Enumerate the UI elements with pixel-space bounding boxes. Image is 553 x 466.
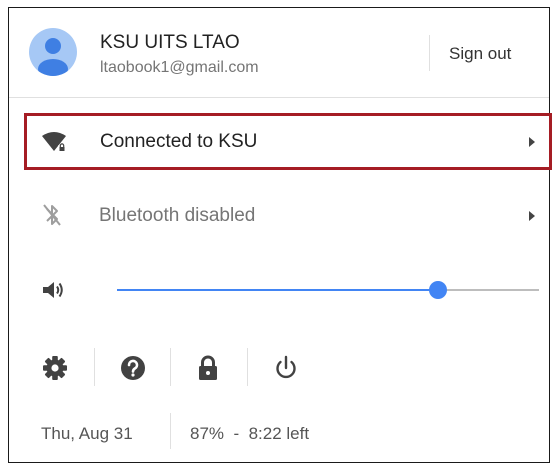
wifi-locked-icon [42, 132, 66, 152]
chevron-right-icon [529, 211, 535, 221]
account-header: KSU UITS LTAO ltaobook1@gmail.com Sign o… [9, 8, 549, 98]
status-divider [170, 413, 171, 449]
help-icon[interactable] [118, 353, 148, 383]
bluetooth-disabled-icon [43, 204, 61, 226]
button-divider [94, 348, 95, 386]
bluetooth-row[interactable]: Bluetooth disabled [24, 191, 552, 241]
user-name: KSU UITS LTAO [100, 32, 240, 53]
bluetooth-status-label: Bluetooth disabled [99, 205, 256, 226]
header-divider [429, 35, 430, 71]
battery-status-label: 87% - 8:22 left [190, 424, 310, 443]
lock-icon[interactable] [193, 353, 223, 383]
volume-slider[interactable] [117, 278, 539, 302]
power-icon[interactable] [271, 353, 301, 383]
chevron-right-icon [529, 137, 535, 147]
volume-slider-thumb[interactable] [428, 281, 447, 299]
date-label[interactable]: Thu, Aug 31 [41, 424, 133, 444]
button-divider [170, 348, 171, 386]
system-tray-menu: KSU UITS LTAO ltaobook1@gmail.com Sign o… [8, 7, 552, 463]
button-divider [247, 348, 248, 386]
speaker-icon[interactable] [41, 279, 67, 301]
avatar [29, 28, 77, 76]
volume-slider-fill [117, 289, 438, 291]
user-avatar-icon [38, 38, 68, 76]
gear-icon[interactable] [40, 353, 70, 383]
user-email: ltaobook1@gmail.com [100, 59, 259, 76]
network-row[interactable]: Connected to KSU [24, 113, 552, 170]
sign-out-button[interactable]: Sign out [449, 44, 511, 64]
network-status-label: Connected to KSU [100, 131, 258, 152]
